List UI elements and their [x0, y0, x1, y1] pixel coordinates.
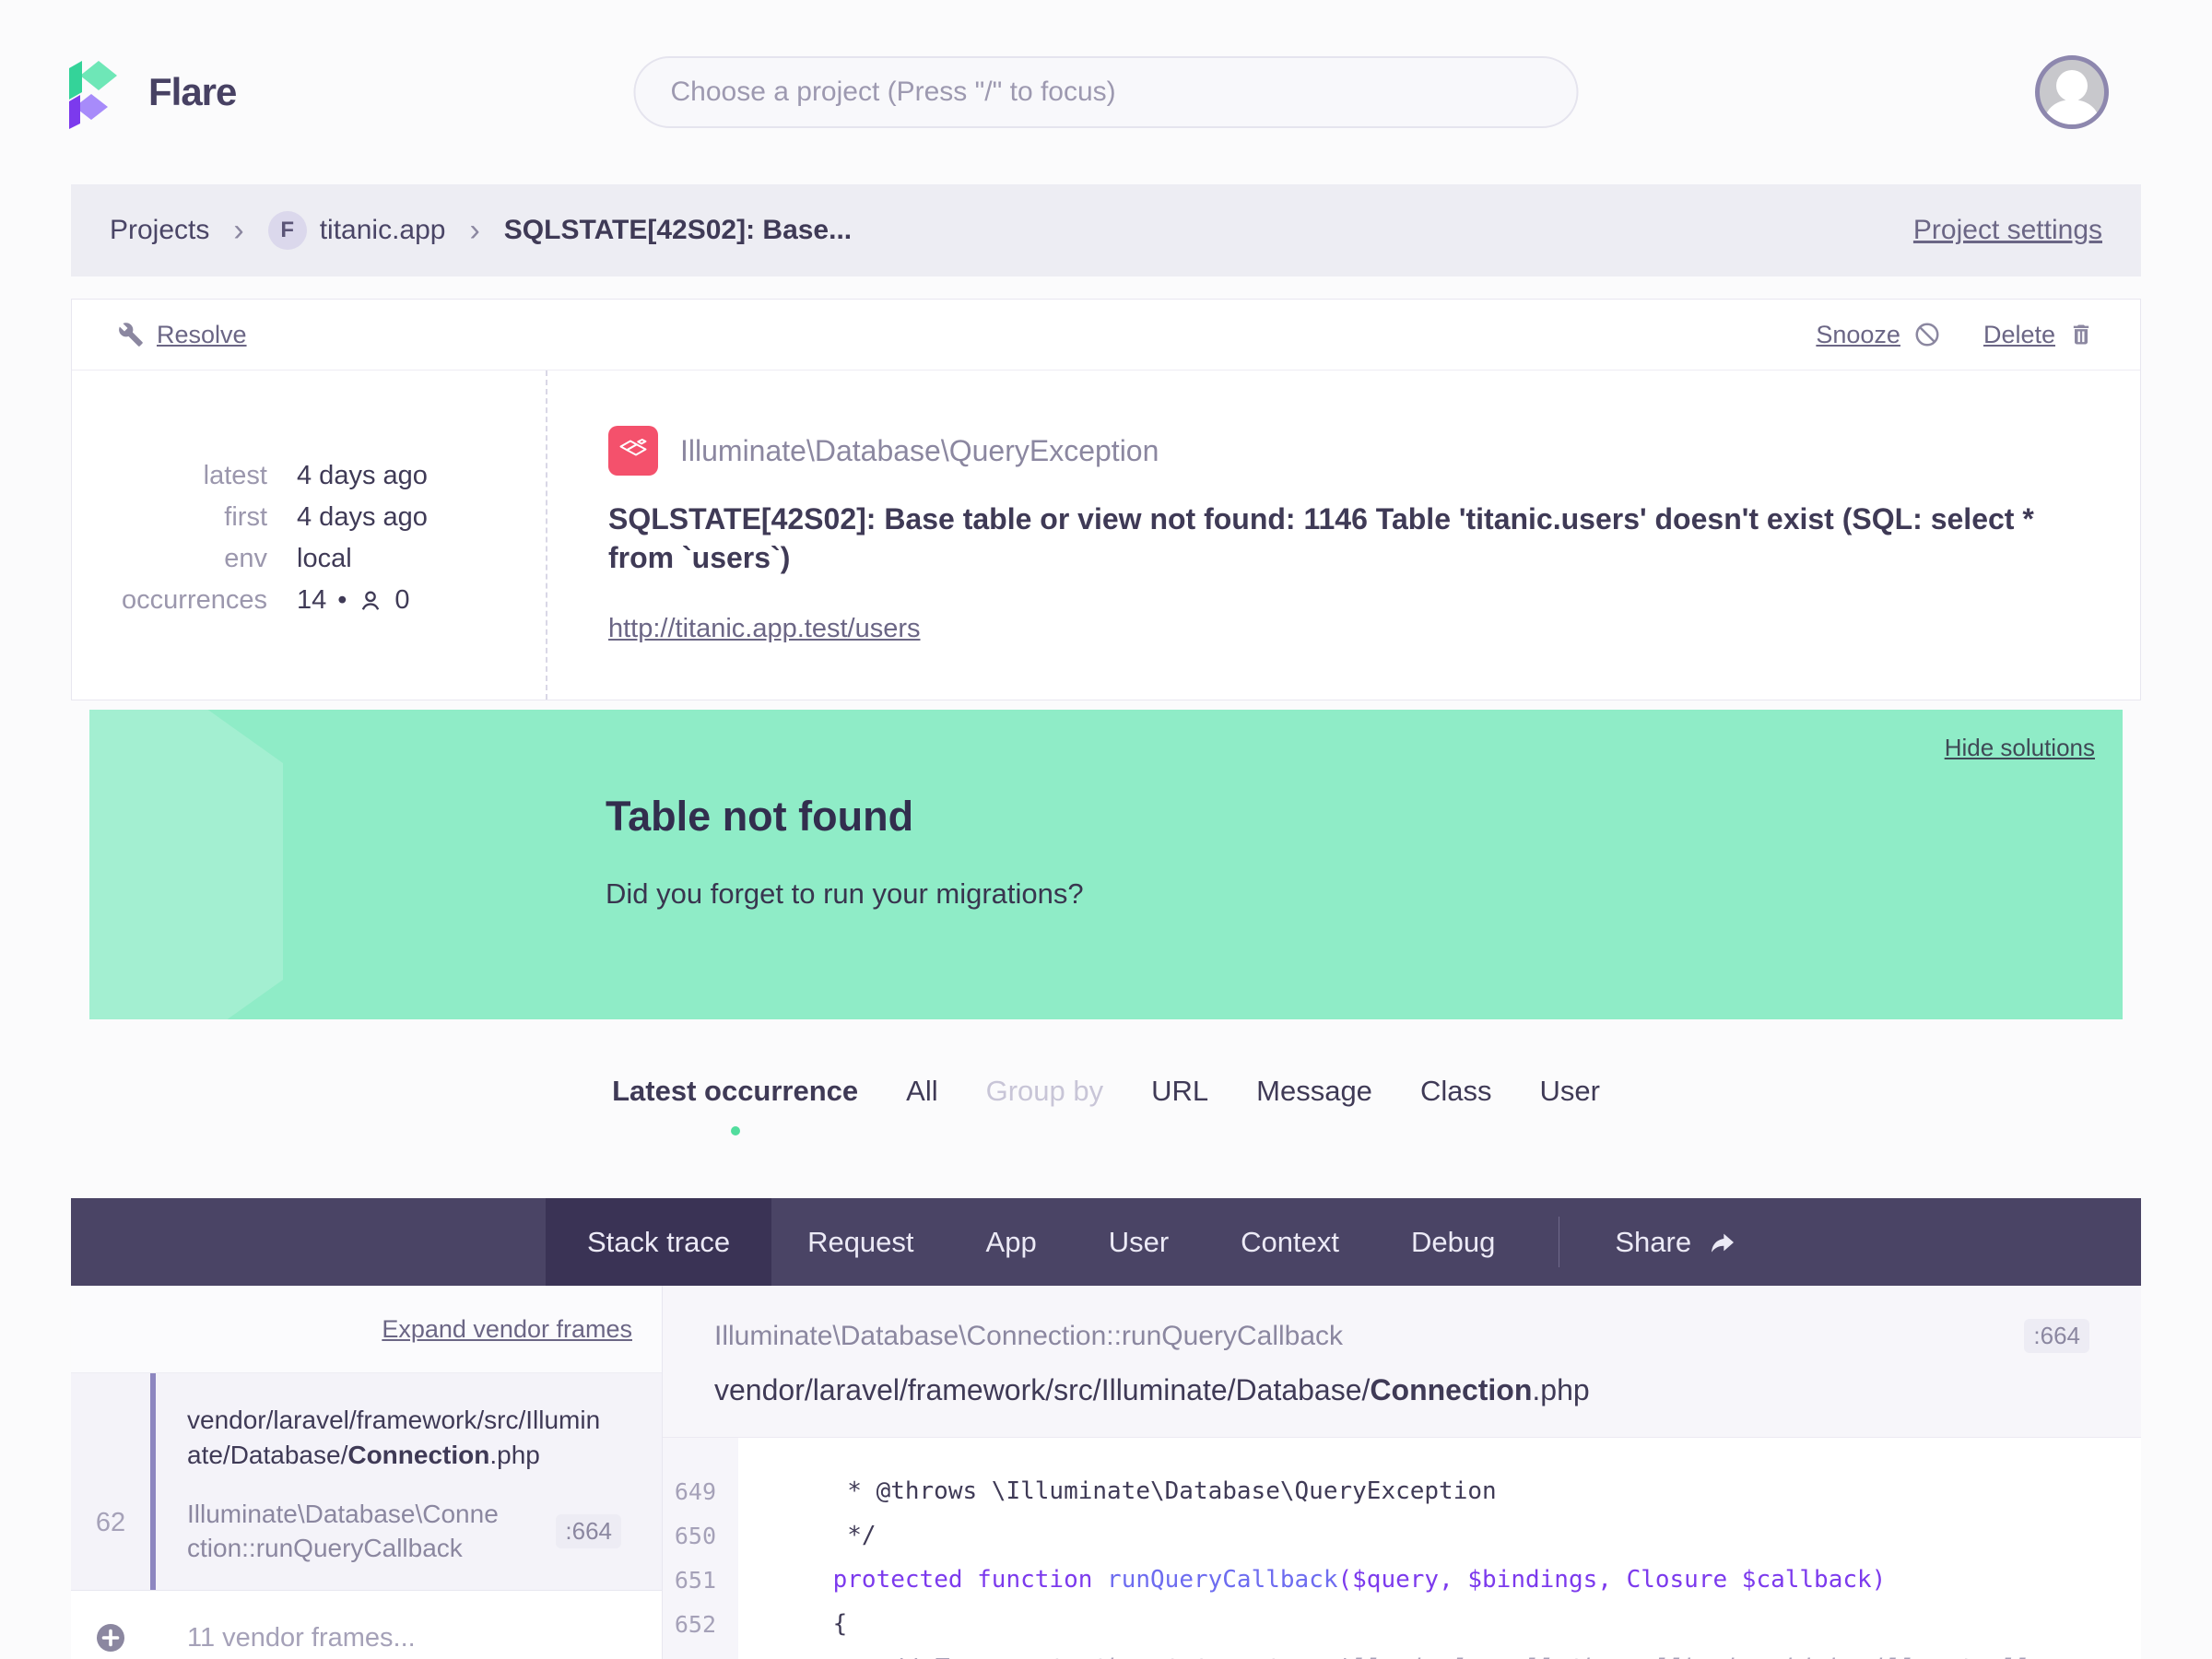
vendor-frames-label: 11 vendor frames... — [187, 1622, 416, 1653]
solution-description: Did you forget to run your migrations? — [606, 877, 1084, 911]
hexagon-decoration — [89, 710, 283, 1020]
tab-context[interactable]: Context — [1205, 1198, 1375, 1286]
breadcrumb-project[interactable]: F titanic.app — [267, 211, 446, 250]
wrench-icon — [119, 323, 143, 347]
stack-frame-selected[interactable]: 62 vendor/laravel/framework/src/Illumina… — [71, 1373, 662, 1591]
brand-name: Flare — [148, 70, 237, 113]
occurrences-value: 14 • 0 — [297, 580, 546, 621]
tab-class[interactable]: Class — [1420, 1075, 1492, 1108]
project-badge: F — [267, 211, 307, 250]
code-line-number: :664 — [2024, 1319, 2089, 1354]
frame-line-number: :664 — [556, 1513, 621, 1548]
project-settings-link[interactable]: Project settings — [1913, 215, 2102, 246]
meta-label: occurrences — [122, 585, 267, 615]
line-number: 653 — [663, 1655, 738, 1659]
meta-value: 4 days ago — [297, 461, 428, 490]
solution-banner: Hide solutions Table not found Did you f… — [89, 710, 2123, 1020]
chevron-right-icon: › — [233, 213, 244, 248]
tab-request[interactable]: Request — [771, 1198, 949, 1286]
app-header: Flare — [0, 0, 2212, 184]
breadcrumb: Projects › F titanic.app › SQLSTATE[42S0… — [71, 184, 2141, 276]
occurrence-meta: latest 4 days ago first 4 days ago env l… — [72, 371, 547, 700]
tab-user-details[interactable]: User — [1073, 1198, 1205, 1286]
tab-group-by-label: Group by — [985, 1075, 1104, 1108]
line-number: 651 — [674, 1566, 716, 1594]
breadcrumb-project-name[interactable]: titanic.app — [320, 215, 446, 246]
breadcrumb-projects[interactable]: Projects — [110, 215, 209, 246]
project-search — [633, 56, 1579, 128]
code-panel: Illuminate\Database\Connection::runQuery… — [663, 1286, 2141, 1659]
active-tab-indicator-dot — [730, 1126, 740, 1136]
meta-value: local — [297, 544, 352, 573]
brand[interactable]: Flare — [69, 55, 237, 129]
stack-frames-panel: Expand vendor frames 62 vendor/laravel/f… — [71, 1286, 663, 1659]
code-header: Illuminate\Database\Connection::runQuery… — [663, 1286, 2141, 1439]
share-forward-icon — [1712, 1233, 1735, 1253]
error-toolbar: Resolve Snooze Delete — [72, 300, 2140, 371]
person-icon — [362, 591, 380, 610]
occurrence-url-link[interactable]: http://titanic.app.test/users — [608, 614, 921, 644]
laravel-icon — [608, 426, 658, 476]
ban-icon — [1915, 323, 1939, 347]
line-number: 649 — [674, 1477, 716, 1505]
code-file-path: vendor/laravel/framework/src/Illuminate/… — [714, 1373, 1590, 1407]
code-line: 651 protected function runQueryCallback(… — [663, 1558, 2141, 1602]
share-button[interactable]: Share — [1587, 1198, 1765, 1286]
tab-debug[interactable]: Debug — [1375, 1198, 1531, 1286]
plus-circle-icon — [97, 1624, 124, 1653]
tab-app[interactable]: App — [950, 1198, 1073, 1286]
stack-trace-section: Expand vendor frames 62 vendor/laravel/f… — [71, 1286, 2141, 1659]
hide-solutions-link[interactable]: Hide solutions — [1945, 734, 2095, 762]
tab-all[interactable]: All — [906, 1075, 937, 1108]
person-silhouette-icon — [2056, 70, 2088, 102]
frame-index: 62 — [95, 1507, 126, 1537]
tab-user[interactable]: User — [1539, 1075, 1599, 1108]
meta-label: first — [224, 502, 267, 532]
tab-message[interactable]: Message — [1256, 1075, 1372, 1108]
frame-method: Illuminate\Database\Connection::runQuery… — [187, 1499, 499, 1563]
code-line: 649 * @throws \Illuminate\Database\Query… — [663, 1469, 2141, 1513]
expand-vendor-frames-link[interactable]: Expand vendor frames — [382, 1315, 632, 1344]
code-method: Illuminate\Database\Connection::runQuery… — [714, 1320, 1344, 1351]
detail-nav: Stack trace Request App User Context Deb… — [71, 1198, 2141, 1287]
vendor-frames-toggle[interactable]: 11 vendor frames... — [71, 1590, 662, 1659]
code-line: 650 */ — [663, 1513, 2141, 1558]
line-number: 652 — [674, 1610, 716, 1638]
line-number: 650 — [674, 1522, 716, 1549]
breadcrumb-error-title: SQLSTATE[42S02]: Base... — [503, 215, 853, 245]
snooze-button[interactable]: Snooze — [1816, 321, 1941, 349]
trash-icon — [2073, 324, 2089, 345]
bullet-separator: • — [337, 585, 347, 615]
resolve-button[interactable]: Resolve — [118, 321, 247, 349]
meta-value: 4 days ago — [297, 502, 428, 532]
chevron-right-icon: › — [469, 213, 480, 248]
code-view: 649 * @throws \Illuminate\Database\Query… — [663, 1438, 2141, 1659]
search-input[interactable] — [633, 56, 1579, 128]
selected-frame-accent-bar — [150, 1373, 156, 1590]
solution-title: Table not found — [606, 793, 914, 841]
delete-button[interactable]: Delete — [1983, 321, 2094, 349]
avatar[interactable] — [2035, 55, 2109, 129]
code-line: 652 { — [663, 1602, 2141, 1646]
tab-latest-occurrence[interactable]: Latest occurrence — [612, 1075, 858, 1136]
tab-url[interactable]: URL — [1151, 1075, 1208, 1108]
exception-message: SQLSTATE[42S02]: Base table or view not … — [608, 502, 2034, 575]
error-card: Resolve Snooze Delete latest 4 days ago — [71, 299, 2141, 701]
meta-label: latest — [203, 461, 267, 490]
tab-stack-trace[interactable]: Stack trace — [546, 1198, 772, 1287]
frame-file-path: vendor/laravel/framework/src/Illuminate/… — [187, 1406, 601, 1469]
exception-class: Illuminate\Database\QueryException — [680, 433, 1159, 467]
flare-logo-icon — [69, 55, 124, 129]
code-line: 653 // To execute the statement, we'll s… — [663, 1646, 2141, 1659]
occurrence-tabs: Latest occurrence All Group by URL Messa… — [0, 1075, 2212, 1136]
meta-label: env — [224, 544, 267, 573]
